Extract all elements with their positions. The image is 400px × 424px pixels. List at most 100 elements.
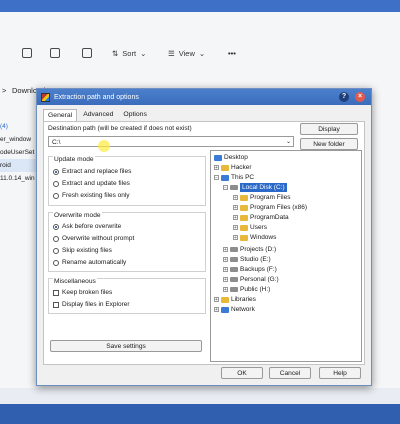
help-title-button[interactable]: ? (339, 92, 349, 102)
update-mode-title: Update mode (53, 156, 95, 163)
network-icon (221, 306, 229, 313)
tree-item-this-pc[interactable]: − This PC (214, 173, 254, 182)
radio-extract-update[interactable]: Extract and update files (53, 180, 130, 187)
tree-item-hacker[interactable]: + Hacker (214, 163, 252, 172)
radio-ask-before-overwrite[interactable]: Ask before overwrite (53, 223, 121, 230)
tree-item-libraries[interactable]: + Libraries (214, 295, 256, 304)
radio-rename-automatically[interactable]: Rename automatically (53, 259, 126, 266)
miscellaneous-group: Miscellaneous Keep broken files Display … (48, 278, 206, 314)
winrar-icon (41, 92, 50, 102)
share-button[interactable] (50, 46, 60, 60)
computer-icon (221, 174, 229, 181)
radio-fresh-existing[interactable]: Fresh existing files only (53, 192, 130, 199)
sort-button[interactable]: ⇅ Sort ⌄ (112, 46, 146, 60)
destination-label: Destination path (will be created if doe… (48, 125, 192, 132)
trash-icon (82, 48, 92, 58)
miscellaneous-title: Miscellaneous (53, 278, 97, 285)
expand-icon[interactable]: + (233, 215, 238, 221)
expand-icon[interactable]: + (233, 235, 238, 241)
sidebar-item[interactable]: 11.0.14_win (0, 172, 40, 185)
tree-item-program-files[interactable]: + Program Files (233, 193, 290, 202)
drive-icon (230, 287, 238, 292)
overwrite-mode-title: Overwrite mode (53, 212, 102, 219)
tab-general[interactable]: General (43, 109, 78, 121)
sidebar-item[interactable]: er_window (0, 133, 40, 146)
destination-path-input[interactable]: C:\ ⌄ (48, 136, 294, 147)
sort-icon: ⇅ (112, 48, 119, 58)
desktop-icon (214, 154, 222, 161)
expand-icon[interactable]: + (223, 257, 228, 263)
view-button[interactable]: ☰ View ⌄ (168, 46, 205, 60)
radio-overwrite-without-prompt[interactable]: Overwrite without prompt (53, 235, 134, 242)
overwrite-mode-group: Overwrite mode Ask before overwrite Over… (48, 212, 206, 272)
tree-item-local-disk[interactable]: − Local Disk (C:) (223, 183, 287, 192)
expand-icon[interactable]: + (223, 247, 228, 253)
dialog-title: Extraction path and options (54, 93, 139, 101)
rename-button[interactable] (22, 46, 32, 60)
drive-icon (230, 257, 238, 262)
close-button[interactable]: × (355, 92, 365, 102)
expand-icon[interactable]: + (214, 297, 219, 303)
taskbar-area (0, 388, 400, 424)
expand-icon[interactable]: + (233, 205, 238, 211)
sidebar-item[interactable]: (4) (0, 120, 40, 133)
expand-icon[interactable]: + (223, 267, 228, 273)
library-icon (221, 296, 229, 303)
rename-icon (22, 48, 32, 58)
checkbox-display-files-explorer[interactable]: Display files in Explorer (53, 301, 130, 308)
expand-icon[interactable]: + (223, 287, 228, 293)
radio-skip-existing[interactable]: Skip existing files (53, 247, 112, 254)
expand-icon[interactable]: + (214, 165, 219, 171)
tree-item-network[interactable]: + Network (214, 305, 255, 314)
tree-item-drive-f[interactable]: + Backups (F:) (223, 265, 277, 274)
cancel-button[interactable]: Cancel (269, 367, 311, 379)
expand-icon[interactable]: + (233, 195, 238, 201)
checkbox-keep-broken-files[interactable]: Keep broken files (53, 289, 112, 296)
chevron-down-icon[interactable]: ⌄ (286, 137, 291, 148)
tree-item-drive-e[interactable]: + Studio (E:) (223, 255, 271, 264)
folder-icon (240, 214, 248, 221)
more-options-button[interactable]: ••• (228, 46, 236, 60)
expand-icon[interactable]: + (233, 225, 238, 231)
folder-icon (240, 194, 248, 201)
help-button[interactable]: Help (319, 367, 361, 379)
folder-tree[interactable]: Desktop + Hacker − This PC − Local Disk (C:… (210, 150, 362, 362)
collapse-icon[interactable]: − (223, 185, 228, 191)
expand-icon[interactable]: + (223, 277, 228, 283)
radio-extract-replace[interactable]: Extract and replace files (53, 168, 131, 175)
dialog-titlebar: Extraction path and options ? × (37, 89, 371, 105)
tree-item-drive-g[interactable]: + Personal (G:) (223, 275, 279, 284)
display-button[interactable]: Display (300, 123, 358, 135)
extraction-dialog: Extraction path and options ? × General … (36, 88, 372, 386)
tree-item-program-files-x86[interactable]: + Program Files (x86) (233, 203, 307, 212)
delete-button[interactable] (82, 46, 92, 60)
destination-value: C:\ (52, 139, 61, 146)
collapse-icon[interactable]: − (214, 175, 219, 181)
sort-label: Sort (122, 48, 137, 58)
sidebar-item[interactable]: odeUserSet (0, 146, 40, 159)
breadcrumb-arrow: > (2, 86, 7, 95)
tree-item-users[interactable]: + Users (233, 223, 267, 232)
tab-advanced[interactable]: Advanced (79, 109, 117, 121)
explorer-toolbar: ⇅ Sort ⌄ ☰ View ⌄ ••• (0, 42, 400, 64)
drive-icon (230, 185, 238, 190)
save-settings-button[interactable]: Save settings (50, 340, 202, 352)
chevron-down-icon: ⌄ (140, 48, 147, 58)
new-folder-button[interactable]: New folder (300, 138, 358, 150)
tree-item-programdata[interactable]: + ProgramData (233, 213, 289, 222)
ok-button[interactable]: OK (221, 367, 263, 379)
tree-item-windows[interactable]: + Windows (233, 233, 276, 242)
drive-icon (230, 277, 238, 282)
tree-item-desktop[interactable]: Desktop (214, 153, 248, 162)
view-label: View (178, 48, 195, 58)
sidebar-item[interactable]: roid (0, 159, 40, 172)
expand-icon[interactable]: + (214, 307, 219, 313)
view-icon: ☰ (168, 48, 175, 58)
folder-icon (240, 204, 248, 211)
general-panel: Destination path (will be created if doe… (43, 121, 365, 365)
tree-item-drive-h[interactable]: + Public (H:) (223, 285, 270, 294)
tab-options[interactable]: Options (119, 109, 150, 121)
tree-item-drive-d[interactable]: + Projects (D:) (223, 245, 276, 254)
folder-icon (221, 164, 229, 171)
drive-icon (230, 267, 238, 272)
